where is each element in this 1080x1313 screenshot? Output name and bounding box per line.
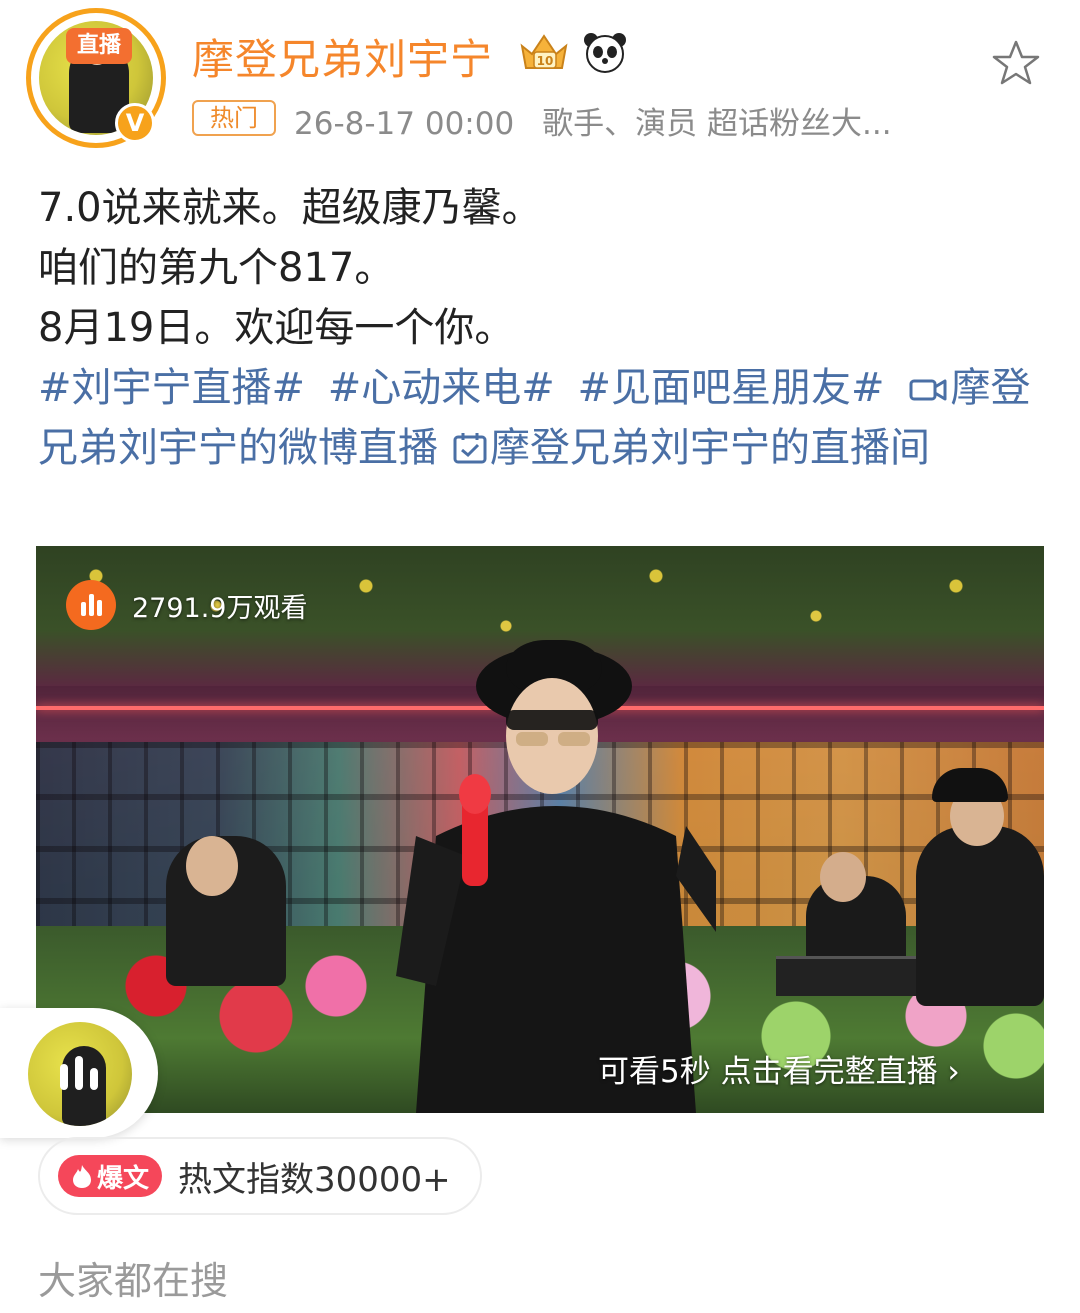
live-room-link[interactable]: 摩登兄弟刘宇宁的直播间 <box>490 425 930 471</box>
hot-index-text: 热文指数30000+ <box>178 1159 451 1200</box>
hot-article-label: 爆文 <box>96 1163 149 1194</box>
post-line: 7.0说来就来。超级康乃馨。 <box>38 185 542 231</box>
topic-link[interactable]: #刘宇宁直播# <box>38 365 305 411</box>
crown-level: 10 <box>537 54 554 68</box>
post-line: 咱们的第九个817。 <box>38 245 395 291</box>
views-bars-icon <box>66 580 116 630</box>
author-bio: 歌手、演员 超话粉丝大... <box>542 106 892 142</box>
keyboardist-figure <box>916 826 1044 1006</box>
trending-search-title: 大家都在搜 <box>38 1259 229 1303</box>
post-line: 8月19日。欢迎每一个你。 <box>38 305 515 351</box>
hot-article-badge: 爆文 <box>58 1155 162 1197</box>
verified-badge: V <box>115 103 155 143</box>
topic-link[interactable]: #心动来电# <box>328 365 555 411</box>
preview-hint-link[interactable]: 可看5秒 点击看完整直播 › <box>598 1046 960 1091</box>
view-count: 2791.9万观看 <box>66 580 308 630</box>
fire-icon <box>72 1165 91 1188</box>
guitarist-head <box>186 836 238 896</box>
live-tag: 直播 <box>66 28 132 64</box>
post-time: 26-8-17 00:00 <box>294 106 515 142</box>
hot-index-chip[interactable]: 爆文 热文指数30000+ <box>38 1137 482 1215</box>
drummer-head <box>820 852 866 902</box>
video-camera-icon <box>909 379 947 401</box>
post-text: 7.0说来就来。超级康乃馨。 咱们的第九个817。 8月19日。欢迎每一个你。 <box>38 178 1038 358</box>
star-icon[interactable] <box>990 38 1042 88</box>
live-video-card[interactable]: 2791.9万观看 可看5秒 点击看完整直播 › <box>36 546 1044 1113</box>
crown-icon: 10 <box>520 34 568 69</box>
author-name[interactable]: 摩登兄弟刘宇宁 <box>192 26 493 87</box>
post-topics: #刘宇宁直播# #心动来电# #见面吧星朋友# 摩登兄弟刘宇宁的微博直播 摩登兄弟刘… <box>38 358 1038 478</box>
singer-figure <box>396 640 716 1113</box>
topic-link[interactable]: #见面吧星朋友# <box>578 365 885 411</box>
post-header: 直播 V 摩登兄弟刘宇宁 10 热门 26-8-17 00:00 歌手、演员 超话… <box>0 0 1080 160</box>
views-text: 2791.9万观看 <box>132 592 308 624</box>
post-meta: 26-8-17 00:00 歌手、演员 超话粉丝大... <box>294 98 892 143</box>
panda-icon <box>584 33 626 73</box>
hot-badge: 热门 <box>192 100 276 136</box>
audio-bars-icon <box>60 1056 98 1090</box>
floating-live-player[interactable] <box>0 1008 158 1138</box>
live-room-icon <box>453 433 487 464</box>
